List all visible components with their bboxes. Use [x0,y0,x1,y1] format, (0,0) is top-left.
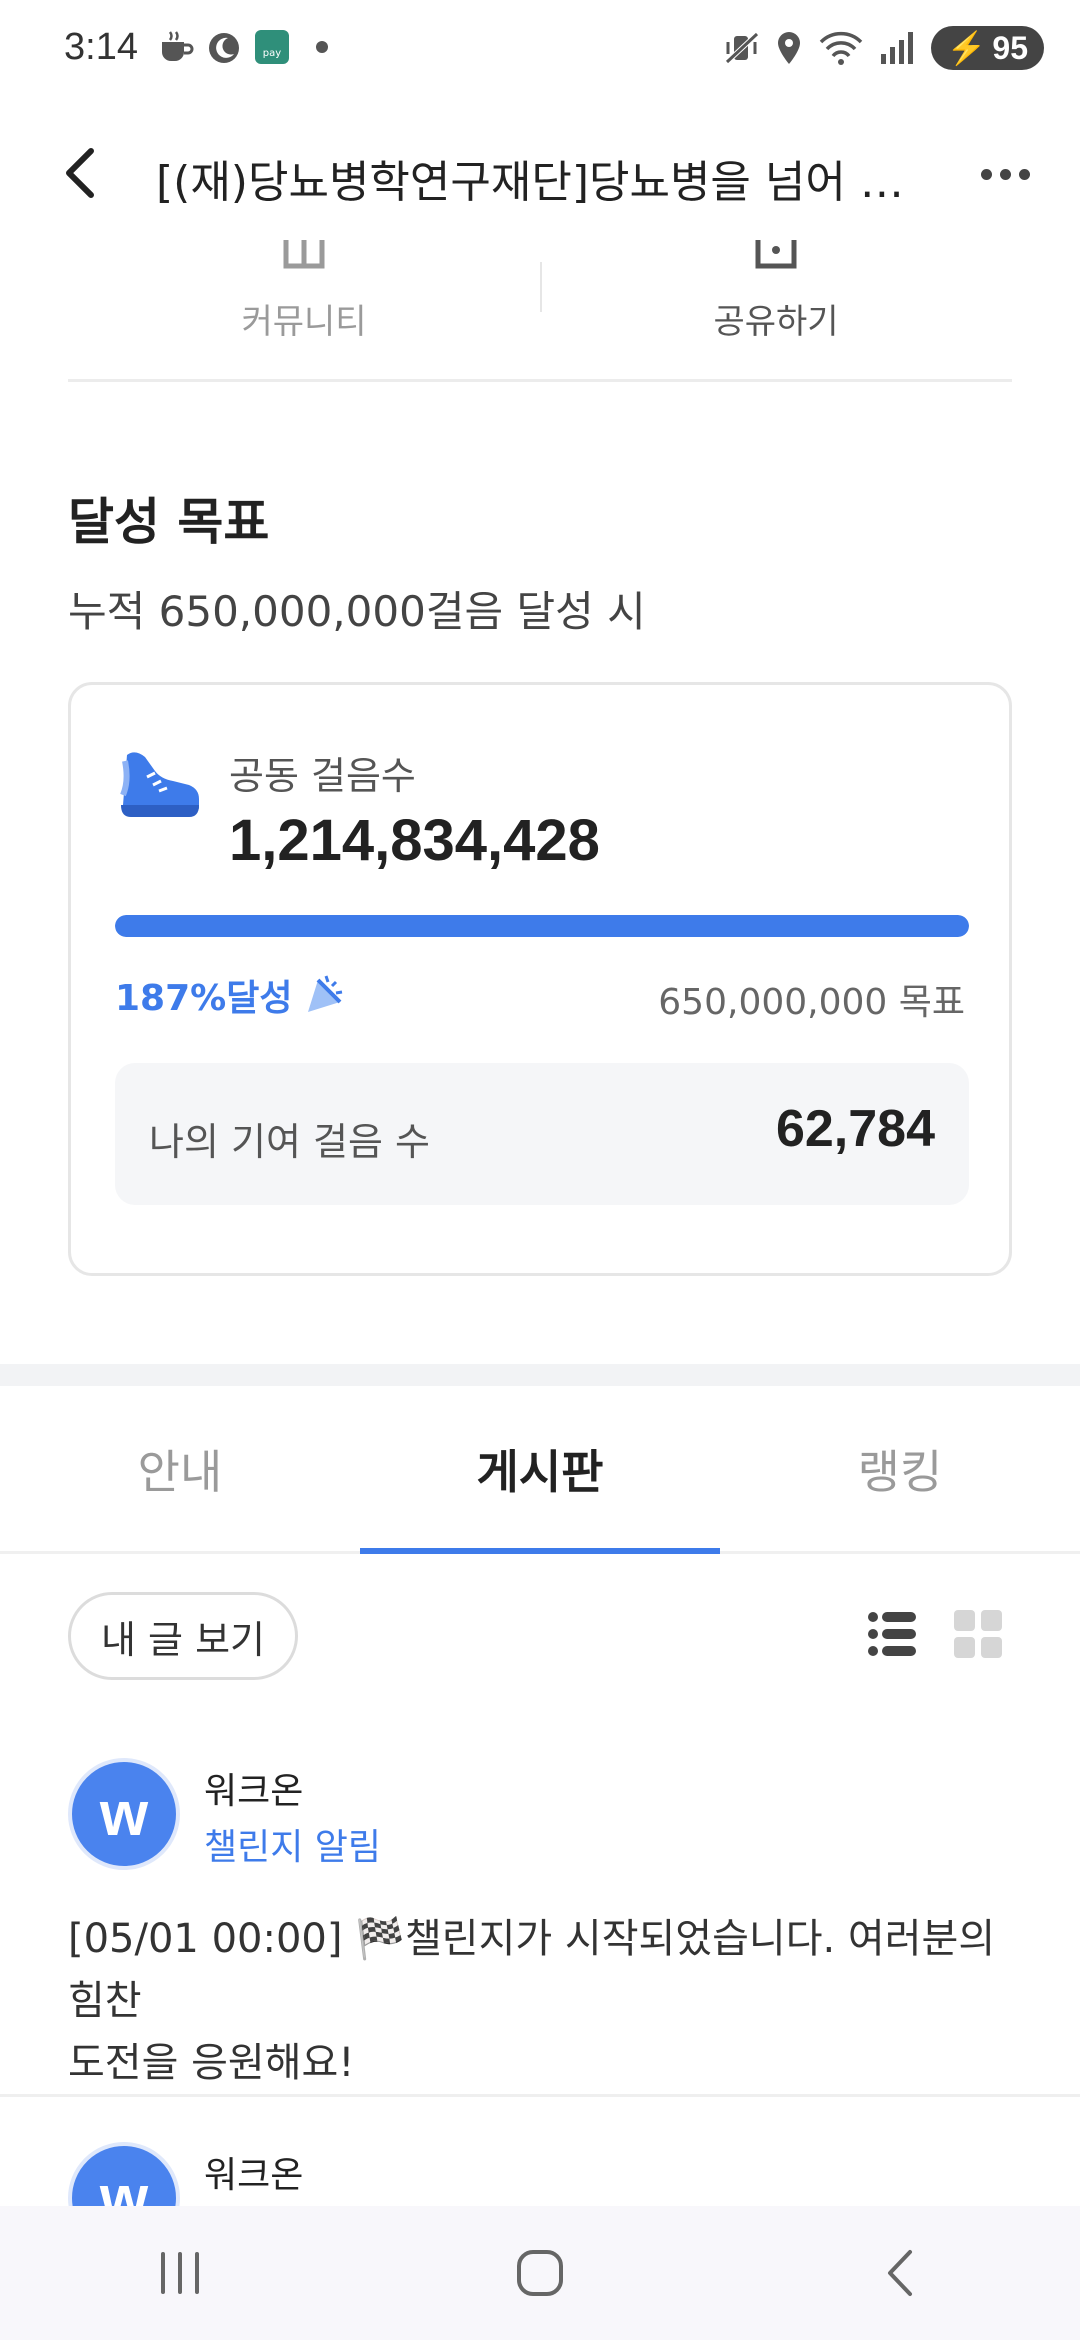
page-title: [(재)당뇨병학연구재단]당뇨병을 넘어 … [156,157,904,208]
system-back-button[interactable] [830,2223,970,2323]
battery-indicator: ⚡ 95 [930,26,1044,70]
list-item[interactable]: w 워크온 [68,2142,1012,2206]
status-icons-left: pay [158,28,328,66]
section-divider [0,1364,1080,1386]
svg-text:pay: pay [263,48,281,59]
chevron-left-icon [66,148,94,198]
progress-fill [115,915,969,937]
status-bar: 3:14 pay ⚡ 95 [0,0,1080,100]
steps-card: 공동 걸음수 1,214,834,428 187%달성 650,000,000 … [68,682,1012,1276]
status-time: 3:14 [64,26,138,68]
more-dot-icon [1018,168,1030,180]
tab-ranking[interactable]: 랭킹 [720,1386,1080,1551]
back-icon [888,2250,912,2296]
goal-subtitle: 누적 650,000,000걸음 달성 시 [68,587,646,636]
progress-bar [115,915,969,937]
post-author: 워크온 [204,1771,304,1812]
recent-apps-button[interactable] [110,2223,250,2323]
goal-target: 650,000,000 목표 [658,982,965,1023]
post-body-line: [05/01 00:00] 🏁챌린지가 시작되었습니다. 여러분의 힘찬 [68,1916,996,2024]
battery-level: 95 [992,29,1028,66]
more-options-button[interactable] [970,144,1040,204]
post-body: [05/01 00:00] 🏁챌린지가 시작되었습니다. 여러분의 힘찬 도전을… [68,1908,1012,2094]
list-view-icon[interactable] [866,1608,918,1660]
party-popper-icon [308,975,343,1012]
sneaker-icon [120,752,199,817]
pay-app-icon: pay [255,30,289,64]
my-contribution-box: 나의 기여 걸음 수 62,784 [115,1063,969,1205]
system-nav-bar [0,2206,1080,2340]
home-icon [517,2250,563,2296]
community-icon [283,240,325,269]
list-item[interactable]: w 워크온 챌린지 알림 [05/01 00:00] 🏁챌린지가 시작되었습니다… [68,1758,1012,2086]
post-body-line: 도전을 응원해요! [68,2040,355,2086]
my-contribution-label: 나의 기여 걸음 수 [149,1120,430,1164]
coffee-icon [162,31,194,61]
mute-vibrate-icon [724,32,759,64]
notification-dot-icon [316,41,328,53]
tab-bar: 안내 게시판 랭킹 [0,1386,1080,1554]
avatar[interactable]: w [68,1758,180,1870]
back-button[interactable] [46,138,116,208]
grid-view-icon[interactable] [952,1608,1004,1660]
more-dot-icon [980,168,992,180]
app-bar: [(재)당뇨병학연구재단]당뇨병을 넘어 … [0,110,1080,240]
location-icon [777,32,800,64]
post-author: 워크온 [204,2155,304,2196]
tab-info[interactable]: 안내 [0,1386,360,1551]
achieved-percent: 187%달성 [115,969,348,1021]
collective-steps-value: 1,214,834,428 [229,808,600,873]
charging-bolt-icon: ⚡ [946,30,987,66]
signal-icon [880,32,913,64]
share-icon [755,240,797,269]
action-row: 커뮤니티 공유하기 [68,240,1012,382]
achieved-text: 187%달성 [115,978,293,1019]
home-button[interactable] [470,2223,610,2323]
status-icons-right: ⚡ 95 [724,26,1044,70]
share-label: 공유하기 [713,302,839,342]
recent-apps-icon [161,2252,199,2294]
more-dot-icon [999,168,1011,180]
goal-title: 달성 목표 [68,493,270,551]
post-divider [0,2094,1080,2097]
my-contribution-value: 62,784 [775,1100,935,1158]
community-label: 커뮤니티 [241,302,367,342]
post-tag: 챌린지 알림 [204,1827,382,1868]
moon-icon [209,33,239,63]
tab-board[interactable]: 게시판 [360,1386,720,1554]
avatar[interactable]: w [68,2142,180,2206]
share-button[interactable]: 공유하기 [540,240,1012,379]
community-button[interactable]: 커뮤니티 [68,240,540,379]
collective-steps-label: 공동 걸음수 [229,754,416,798]
wifi-icon [819,31,862,65]
my-posts-button[interactable]: 내 글 보기 [68,1592,298,1680]
